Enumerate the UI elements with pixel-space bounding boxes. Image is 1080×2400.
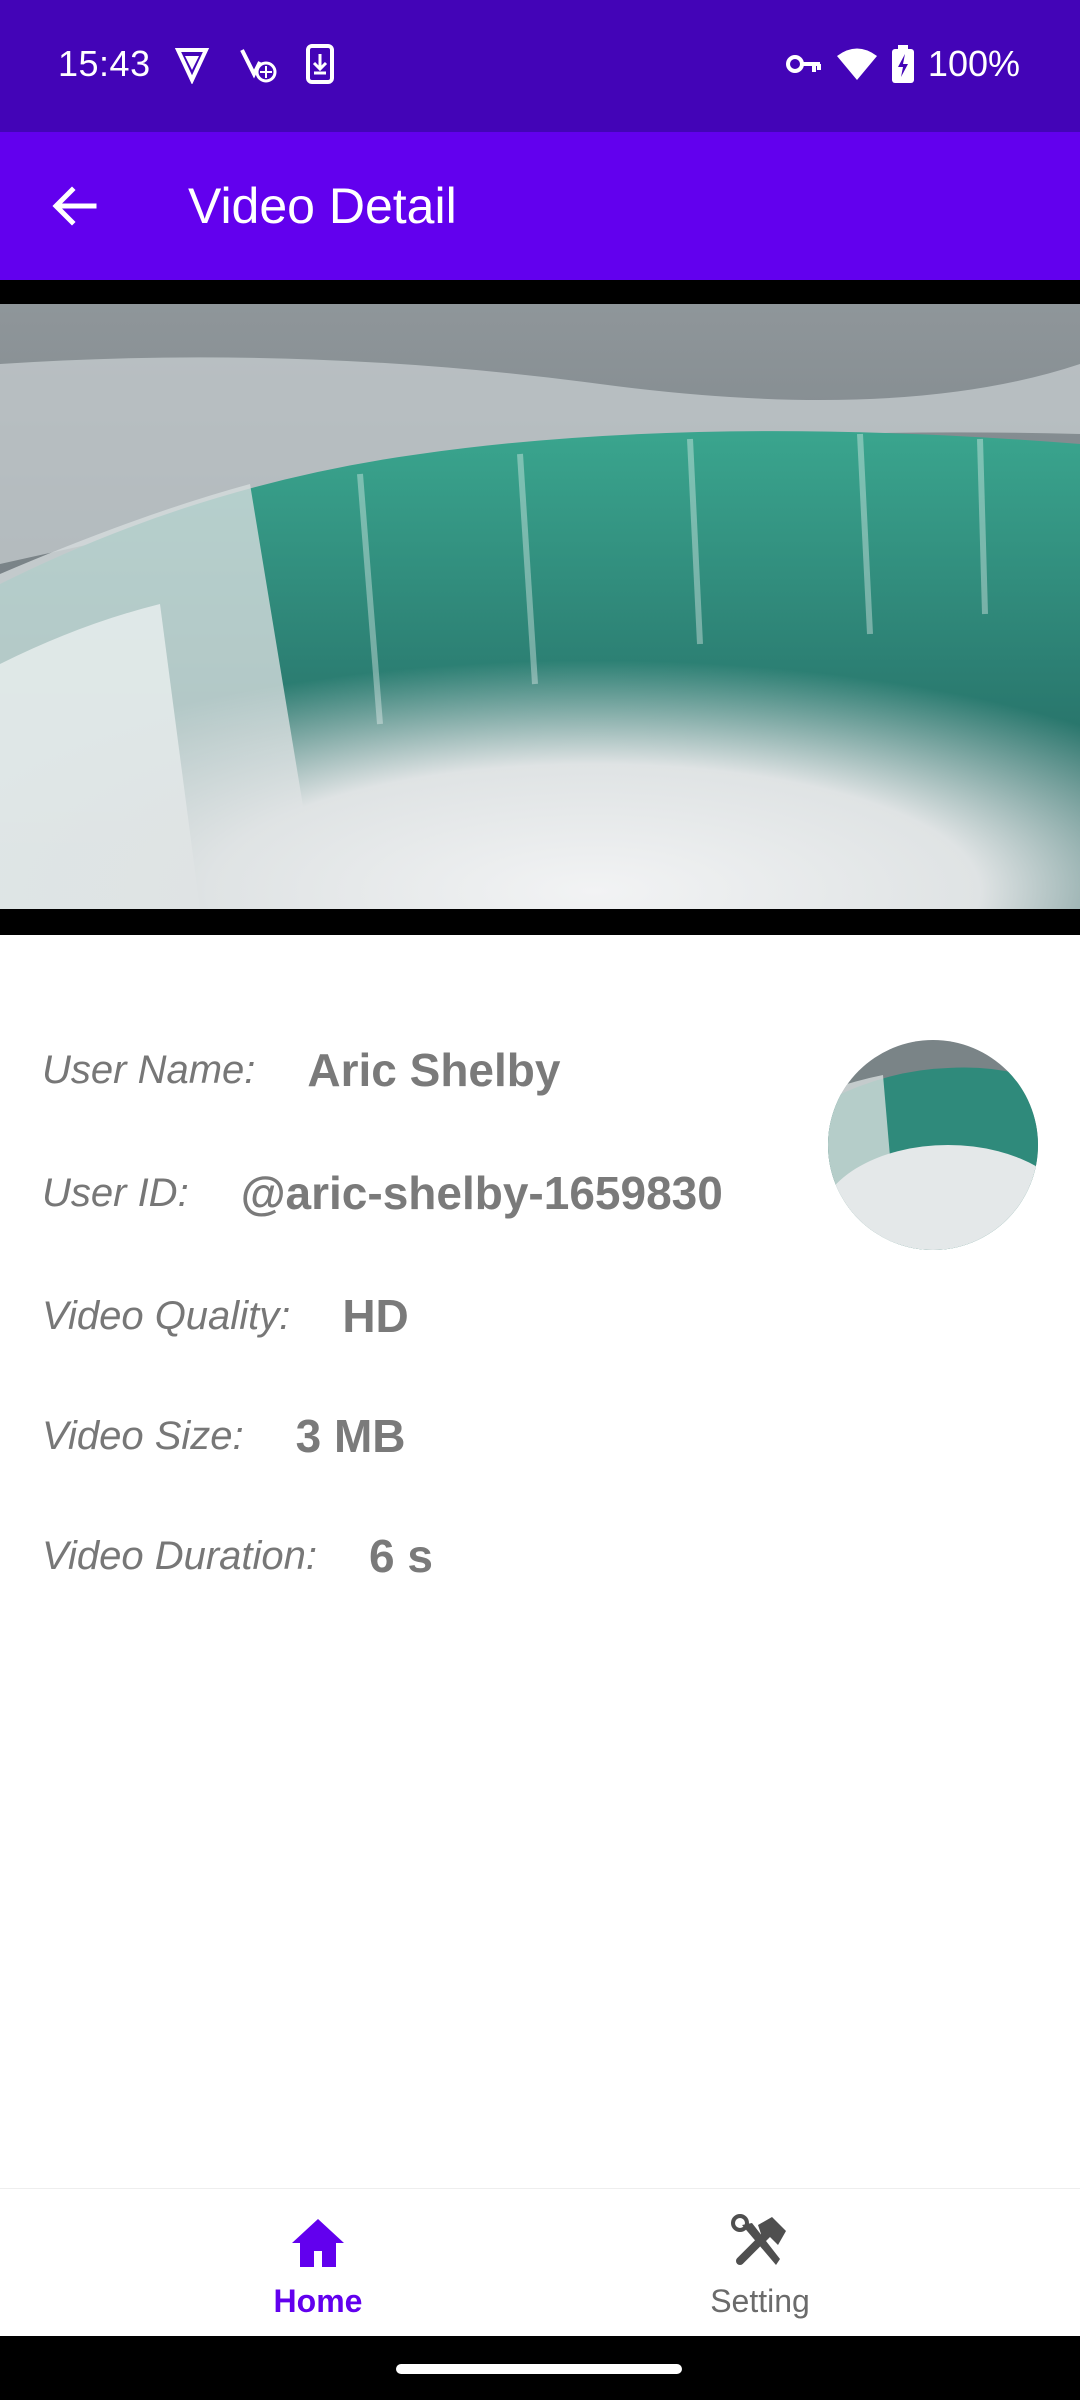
user-id-value: @aric-shelby-1659830 <box>240 1167 723 1219</box>
arrow-back-icon <box>52 186 97 226</box>
video-duration-label: Video Duration: <box>42 1533 317 1578</box>
status-bar: 15:43 100% <box>0 0 1080 132</box>
user-name-row: User Name: Aric Shelby <box>42 1040 560 1100</box>
video-quality-row: Video Quality: HD <box>42 1286 409 1346</box>
download-phone-icon <box>306 44 334 84</box>
video-frame[interactable] <box>0 304 1080 909</box>
app-bar: Video Detail <box>0 132 1080 280</box>
status-left-icons <box>172 44 336 84</box>
nav-setting-label: Setting <box>710 2283 810 2319</box>
status-time: 15:43 <box>58 43 151 84</box>
page-title: Video Detail <box>188 178 457 234</box>
avatar <box>828 1040 1038 1250</box>
system-navigation-bar <box>0 2336 1080 2400</box>
vpn-key-ghost-icon <box>240 49 277 83</box>
tools-icon <box>731 2214 786 2265</box>
video-duration-row: Video Duration: 6 s <box>42 1526 433 1586</box>
battery-percentage: 100% <box>927 43 1020 84</box>
nav-setting[interactable]: Setting <box>490 2189 1030 2337</box>
video-player[interactable] <box>0 280 1080 935</box>
video-size-row: Video Size: 3 MB <box>42 1406 406 1466</box>
home-gesture-handle[interactable] <box>396 2364 682 2374</box>
battery-charging-icon <box>891 45 914 83</box>
user-id-label: User ID: <box>42 1170 189 1215</box>
video-quality-label: Video Quality: <box>42 1293 291 1338</box>
home-icon <box>292 2219 344 2267</box>
user-name-label: User Name: <box>42 1047 256 1092</box>
back-button[interactable] <box>32 164 116 248</box>
wifi-icon <box>836 48 877 80</box>
shield-v-icon <box>174 48 210 84</box>
video-size-label: Video Size: <box>42 1413 244 1458</box>
video-size-value: 3 MB <box>295 1410 406 1462</box>
video-duration-value: 6 s <box>369 1530 433 1582</box>
bottom-navigation: Home Setting <box>0 2188 1080 2337</box>
status-right: 100% <box>785 42 1020 86</box>
key-icon <box>785 55 821 73</box>
avatar-waterfall-image <box>828 1040 1038 1250</box>
waterfall-video-image <box>0 304 1080 909</box>
user-name-value: Aric Shelby <box>307 1044 561 1096</box>
video-quality-value: HD <box>342 1290 409 1342</box>
user-id-row: User ID: @aric-shelby-1659830 <box>42 1163 723 1223</box>
